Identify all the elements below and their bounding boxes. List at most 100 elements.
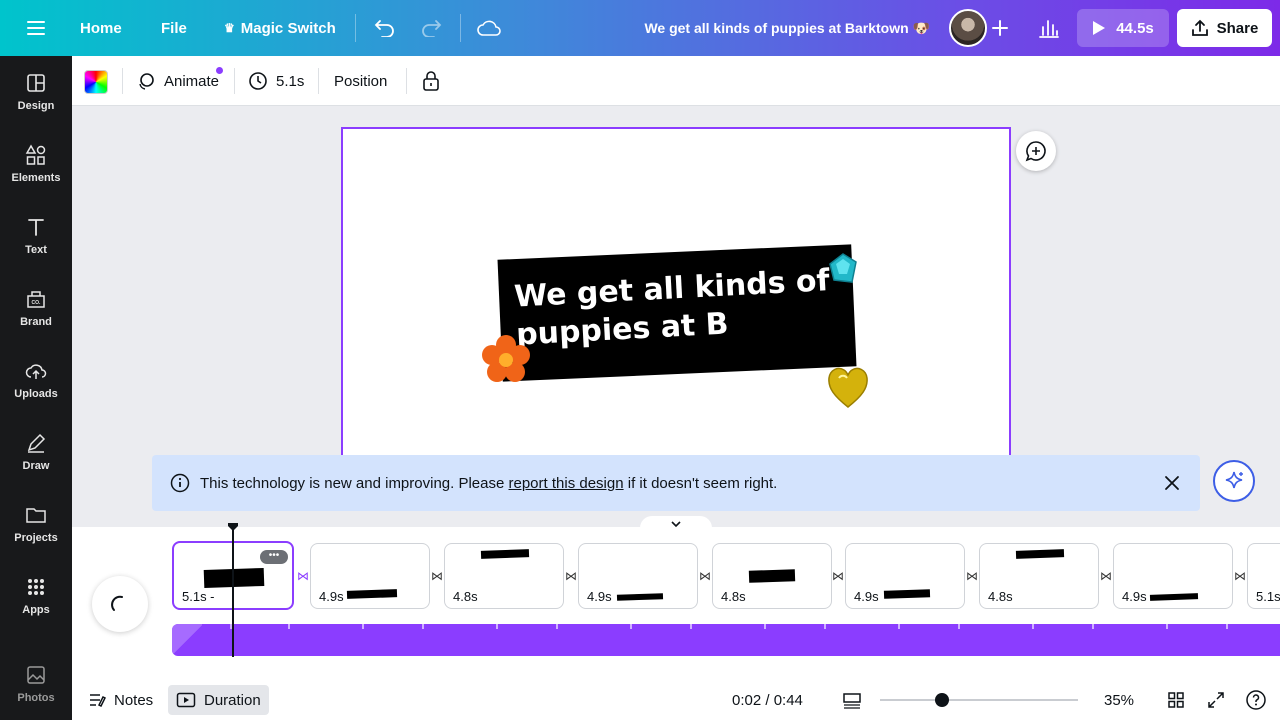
info-notice: This technology is new and improving. Pl… <box>152 455 1200 511</box>
animate-icon <box>139 73 154 90</box>
grid-icon <box>28 579 44 595</box>
timeline-clip[interactable]: 4.9s <box>845 543 965 609</box>
divider <box>234 68 235 94</box>
more-options-button[interactable]: ••• <box>260 550 288 564</box>
transition-icon: ⋈ <box>1234 569 1246 583</box>
transition-button[interactable]: ⋈ <box>1099 569 1113 583</box>
undo-button[interactable] <box>374 0 396 56</box>
clip-thumbnail <box>346 589 398 599</box>
avatar[interactable] <box>949 9 987 47</box>
playhead[interactable] <box>232 527 234 657</box>
timeline-clip[interactable]: 4.8s <box>712 543 832 609</box>
close-icon[interactable] <box>1164 475 1180 491</box>
magic-assistant-button[interactable] <box>1213 460 1255 502</box>
file-menu-button[interactable]: File <box>161 0 187 56</box>
zoom-slider-handle[interactable] <box>935 693 949 707</box>
clip-thumbnail <box>1015 549 1065 559</box>
plus-icon <box>992 20 1008 36</box>
sidebar-item-draw[interactable]: Draw <box>0 420 72 484</box>
cloud-save-status[interactable] <box>477 0 501 56</box>
sidebar-item-photos[interactable]: Photos <box>0 652 72 716</box>
pages-grid-button[interactable] <box>1167 680 1185 720</box>
transition-button[interactable]: ⋈ <box>698 569 712 583</box>
loading-spinner <box>92 576 148 632</box>
collapse-timeline-button[interactable] <box>640 516 712 532</box>
notes-button[interactable]: Notes <box>88 680 153 720</box>
track-tick <box>1032 624 1034 629</box>
sidebar-item-uploads[interactable]: Uploads <box>0 348 72 412</box>
report-design-link[interactable]: report this design <box>509 475 624 492</box>
clip-duration: 4.8s <box>721 589 746 604</box>
flower-sticker[interactable] <box>480 333 532 385</box>
transition-icon: ⋈ <box>297 569 309 583</box>
timeline-clip[interactable]: 4.9s <box>1113 543 1233 609</box>
invite-button[interactable] <box>990 0 1010 56</box>
add-comment-button[interactable] <box>1016 131 1056 171</box>
clip-thumbnail <box>1149 593 1199 601</box>
fullscreen-button[interactable] <box>1207 680 1225 720</box>
grid-view-toggle[interactable] <box>842 680 862 720</box>
duration-toggle-button[interactable]: Duration <box>168 685 269 715</box>
sidebar-item-elements[interactable]: Elements <box>0 132 72 196</box>
animate-button[interactable]: Animate <box>136 56 223 106</box>
position-button[interactable]: Position <box>334 56 387 106</box>
duration-button[interactable]: 5.1s <box>248 56 304 106</box>
clip-duration: 5.1s <box>1256 589 1280 604</box>
sidebar-item-brand[interactable]: CO. Brand <box>0 276 72 340</box>
sidebar-item-projects[interactable]: Projects <box>0 492 72 556</box>
transition-button[interactable]: ⋈ <box>296 569 310 583</box>
sidebar-item-label: Text <box>25 244 47 256</box>
upload-icon <box>1191 19 1208 36</box>
clip-thumbnail <box>748 569 796 583</box>
share-button[interactable]: Share <box>1177 9 1272 47</box>
share-label: Share <box>1216 19 1259 37</box>
track-tick <box>958 624 960 629</box>
track-tick <box>898 624 900 629</box>
gem-sticker[interactable] <box>826 252 860 286</box>
clip-duration: 4.8s <box>988 589 1013 604</box>
playhead-handle[interactable] <box>227 522 239 532</box>
color-picker-button[interactable] <box>84 70 108 94</box>
sidebar-item-text[interactable]: Text <box>0 204 72 268</box>
sidebar-item-label: Draw <box>22 460 50 472</box>
zoom-slider-track[interactable] <box>880 699 1078 701</box>
sparkle-icon <box>1225 471 1243 489</box>
transition-button[interactable]: ⋈ <box>1233 569 1247 583</box>
timeline-clip[interactable]: 5.1s <box>1247 543 1280 609</box>
zoom-level[interactable]: 35% <box>1104 680 1134 720</box>
document-title[interactable]: We get all kinds of puppies at Barktown … <box>590 0 930 56</box>
transition-button[interactable]: ⋈ <box>430 569 444 583</box>
timeline-clip[interactable]: 4.8s <box>444 543 564 609</box>
sidebar-item-label: Elements <box>11 172 61 184</box>
sidebar-item-design[interactable]: Design <box>0 60 72 124</box>
redo-icon <box>422 20 442 37</box>
transition-icon: ⋈ <box>431 569 443 583</box>
help-button[interactable] <box>1245 680 1267 720</box>
insights-button[interactable] <box>1038 0 1060 56</box>
transition-button[interactable]: ⋈ <box>965 569 979 583</box>
transition-icon: ⋈ <box>565 569 577 583</box>
folder-icon <box>26 508 46 523</box>
audio-track[interactable] <box>172 624 1280 656</box>
timeline-clip[interactable]: 4.9s <box>310 543 430 609</box>
transition-button[interactable]: ⋈ <box>564 569 578 583</box>
magic-switch-button[interactable]: ♛ Magic Switch <box>224 0 336 56</box>
track-tick <box>288 624 290 629</box>
shapes-icon <box>25 144 46 165</box>
timeline-clip[interactable]: 4.9s <box>578 543 698 609</box>
play-preview-button[interactable]: 44.5s <box>1077 9 1169 47</box>
sidebar-item-label: Projects <box>14 532 58 544</box>
heart-sticker[interactable] <box>826 364 870 410</box>
timeline-clip[interactable]: 4.8s <box>979 543 1099 609</box>
transition-button[interactable]: ⋈ <box>831 569 845 583</box>
menu-button[interactable] <box>26 0 46 56</box>
home-button[interactable]: Home <box>80 0 122 56</box>
bar-chart-icon <box>1039 20 1059 38</box>
help-icon <box>1246 690 1266 710</box>
image-icon <box>27 666 45 684</box>
redo-button[interactable] <box>420 0 442 56</box>
lock-button[interactable] <box>422 56 440 106</box>
clock-icon <box>249 72 267 90</box>
playback-time: 0:02 / 0:44 <box>732 691 803 709</box>
sidebar-item-apps[interactable]: Apps <box>0 564 72 628</box>
